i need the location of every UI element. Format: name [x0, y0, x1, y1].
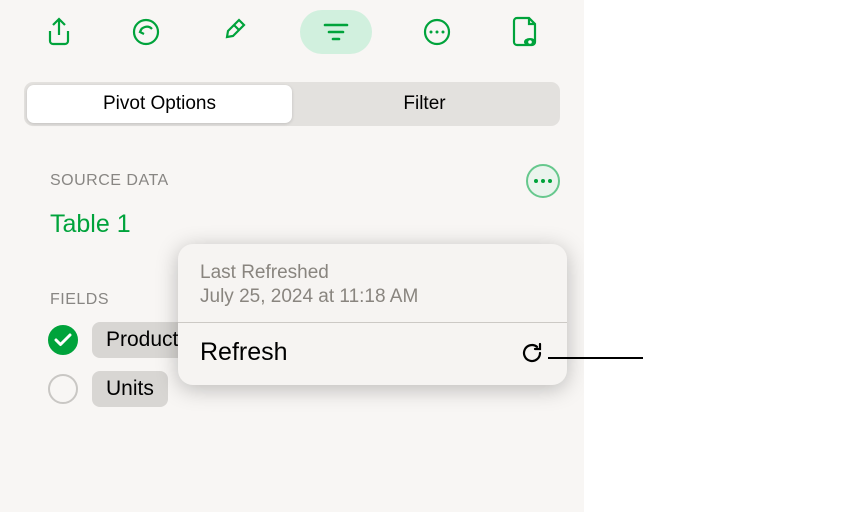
- document-eye-icon: [511, 16, 539, 48]
- pivot-options-panel: Pivot Options Filter SOURCE DATA Table 1…: [0, 0, 584, 512]
- more-button[interactable]: [415, 10, 459, 54]
- source-table-name[interactable]: Table 1: [0, 202, 584, 239]
- field-checkbox-product[interactable]: [48, 325, 78, 355]
- filter-lines-icon: [322, 22, 350, 42]
- undo-button[interactable]: [124, 10, 168, 54]
- checkmark-icon: [54, 333, 72, 347]
- refresh-popover: Last Refreshed July 25, 2024 at 11:18 AM…: [178, 244, 567, 385]
- refresh-action[interactable]: Refresh: [178, 323, 567, 385]
- paintbrush-icon: [220, 17, 248, 47]
- last-refreshed-value: July 25, 2024 at 11:18 AM: [200, 286, 545, 308]
- toolbar: [0, 0, 584, 68]
- share-button[interactable]: [37, 10, 81, 54]
- tab-pivot-options[interactable]: Pivot Options: [27, 85, 292, 123]
- callout-line: [548, 357, 643, 359]
- share-icon: [45, 17, 73, 47]
- tab-filter[interactable]: Filter: [292, 85, 557, 123]
- activity-button[interactable]: [503, 10, 547, 54]
- source-data-more-button[interactable]: [526, 164, 560, 198]
- ellipsis-circle-icon: [422, 17, 452, 47]
- more-icon: [534, 179, 552, 183]
- refresh-icon: [519, 340, 545, 366]
- popover-header: Last Refreshed July 25, 2024 at 11:18 AM: [178, 244, 567, 322]
- last-refreshed-label: Last Refreshed: [200, 262, 545, 284]
- undo-icon: [131, 17, 161, 47]
- source-data-header: SOURCE DATA: [0, 126, 584, 202]
- source-data-label: SOURCE DATA: [50, 172, 169, 190]
- organize-button[interactable]: [300, 10, 372, 54]
- tabs: Pivot Options Filter: [24, 82, 560, 126]
- field-checkbox-units[interactable]: [48, 374, 78, 404]
- refresh-label: Refresh: [200, 338, 288, 367]
- format-button[interactable]: [212, 10, 256, 54]
- field-pill-units[interactable]: Units: [92, 371, 168, 407]
